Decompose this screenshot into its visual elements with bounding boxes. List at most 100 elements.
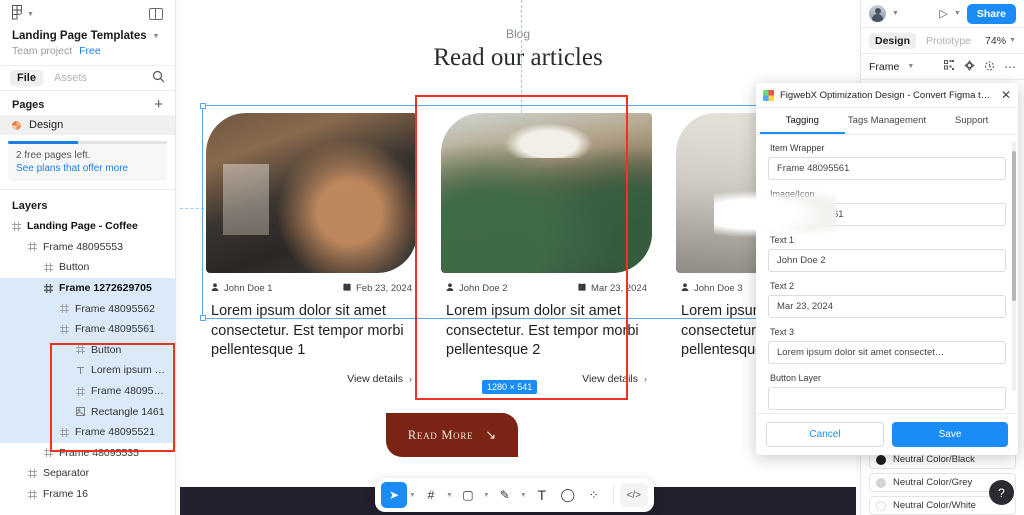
avatar[interactable]	[869, 5, 886, 22]
plugin-footer: Cancel Save	[756, 413, 1018, 455]
layers-title: Layers	[0, 189, 175, 216]
article-heading: Lorem ipsum dolor sit amet consectetur. …	[211, 303, 404, 359]
move-tool-chevron-icon[interactable]: ▼	[409, 492, 416, 499]
layer-row[interactable]: Frame 48095521	[0, 421, 175, 443]
layer-row[interactable]: Frame 48095544	[0, 380, 175, 402]
code-view-button[interactable]: </>	[619, 483, 648, 507]
page-item-design[interactable]: Design	[0, 115, 175, 135]
save-button[interactable]: Save	[892, 422, 1008, 447]
figma-menu-button[interactable]: ▼	[12, 5, 34, 23]
help-button[interactable]: ?	[989, 480, 1014, 505]
layer-label: Frame 48095562	[75, 302, 155, 315]
layer-row[interactable]: Frame 48095561	[0, 318, 175, 340]
layer-row[interactable]: Button	[0, 257, 175, 278]
item-wrapper-field[interactable]: Frame 48095561	[768, 157, 1006, 180]
article-card[interactable]: John Doe 2 Mar 23, 2024 Lorem ipsum dolor …	[441, 113, 652, 385]
quota-upgrade-link[interactable]: See plans that offer more	[8, 161, 167, 174]
plant-cafe-interior-photo	[441, 113, 652, 273]
article-author: John Doe 2	[459, 283, 508, 294]
layer-row[interactable]: Lorem ipsum dolor sit a	[0, 360, 175, 381]
tab-prototype[interactable]: Prototype	[920, 33, 977, 49]
layer-row[interactable]: Rectangle 1461	[0, 401, 175, 422]
text-2-field-label: Text 2	[770, 281, 795, 291]
article-image[interactable]	[441, 113, 652, 273]
grid-layout-icon[interactable]	[944, 59, 955, 74]
text-3-field-group: Text 3 Lorem ipsum dolor sit amet consect…	[768, 327, 1006, 364]
frame-icon	[44, 448, 53, 458]
selection-handle-tl[interactable]	[200, 103, 206, 109]
frame-icon	[60, 324, 69, 334]
chevron-down-icon: ▼	[27, 10, 34, 18]
read-more-button[interactable]: Read More ↘	[386, 413, 518, 457]
view-details-link[interactable]: View details ›	[441, 361, 652, 385]
play-icon[interactable]: ▷	[939, 7, 947, 20]
scrollbar-thumb[interactable]	[1012, 151, 1016, 301]
cancel-button[interactable]: Cancel	[766, 422, 884, 447]
text-1-field[interactable]: John Doe 2	[768, 249, 1006, 272]
layers-tree[interactable]: Landing Page - Coffee Frame 48095553 Butt…	[0, 216, 175, 515]
frame-icon	[76, 386, 85, 396]
text-3-field-label: Text 3	[770, 327, 795, 337]
file-menu-chevron-icon[interactable]: ▼	[153, 33, 160, 40]
file-name[interactable]: Landing Page Templates	[12, 30, 147, 42]
text-2-field[interactable]: Mar 23, 2024	[768, 295, 1006, 318]
avatar-chevron-icon[interactable]: ▼	[892, 10, 899, 17]
frame-icon	[28, 489, 37, 499]
layer-row[interactable]: Separator	[0, 463, 175, 484]
view-details-link[interactable]: View details ›	[206, 361, 417, 385]
tab-file[interactable]: File	[10, 70, 43, 86]
tab-tags-management[interactable]: Tags Management	[845, 108, 930, 134]
plugin-scrollbar[interactable]	[1012, 141, 1016, 391]
plugin-dialog[interactable]: FigwebX Optimization Design - Convert Fi…	[756, 83, 1018, 455]
tab-design[interactable]: Design	[869, 32, 917, 49]
shape-tool[interactable]: ▢	[455, 482, 481, 508]
comment-tool[interactable]: ◯	[555, 482, 581, 508]
layer-row[interactable]: Button	[0, 339, 175, 361]
frame-tool-chevron-icon[interactable]: ▼	[446, 492, 453, 499]
button-layer-field[interactable]	[768, 387, 1006, 410]
plan-badge[interactable]: Free	[79, 45, 101, 57]
sidebar-tabs: File Assets	[0, 65, 175, 91]
layer-row[interactable]: Frame 1272629705	[0, 277, 175, 299]
text-icon	[76, 366, 85, 375]
layer-row[interactable]: Landing Page - Coffee	[0, 216, 175, 237]
chevron-right-icon: ›	[409, 373, 412, 384]
pen-tool[interactable]: ✎	[492, 482, 518, 508]
pages-header: Pages +	[0, 91, 175, 115]
text-tool[interactable]: T	[529, 482, 555, 508]
layer-row[interactable]: Frame 48095535	[0, 443, 175, 464]
layer-row[interactable]: Frame 48095562	[0, 298, 175, 319]
article-card[interactable]: John Doe 1 Feb 23, 2024 Lorem ipsum dolor …	[206, 113, 417, 385]
search-icon[interactable]	[152, 70, 165, 86]
quota-text: 2 free pages left.	[16, 150, 91, 161]
close-icon[interactable]: ✕	[1001, 89, 1011, 101]
article-image[interactable]	[206, 113, 417, 273]
auto-layout-icon[interactable]	[964, 59, 975, 74]
page-item-label: Design	[29, 119, 64, 131]
node-type-label: Frame	[869, 60, 900, 73]
tab-support[interactable]: Support	[929, 108, 1014, 134]
present-chevron-icon[interactable]: ▼	[954, 10, 961, 17]
reset-icon[interactable]	[984, 60, 995, 74]
alignment-guide-horizontal	[180, 208, 204, 209]
tab-assets[interactable]: Assets	[47, 70, 94, 86]
panel-toggle-icon[interactable]	[149, 8, 163, 20]
tab-tagging[interactable]: Tagging	[760, 108, 845, 134]
bottom-toolbar[interactable]: ➤ ▼ # ▼ ▢ ▼ ✎ ▼ T ◯ ⁘ </>	[375, 478, 654, 512]
layer-row[interactable]: Frame 16	[0, 484, 175, 505]
text-3-field[interactable]: Lorem ipsum dolor sit amet consectet…	[768, 341, 1006, 364]
plus-icon[interactable]: +	[154, 97, 163, 112]
more-options-icon[interactable]: ⋯	[1004, 61, 1016, 73]
layer-row[interactable]: Frame 48095553	[0, 237, 175, 258]
article-meta: John Doe 2 Mar 23, 2024	[441, 273, 652, 294]
move-tool[interactable]: ➤	[381, 482, 407, 508]
actions-tool[interactable]: ⁘	[581, 482, 607, 508]
frame-tool[interactable]: #	[418, 482, 444, 508]
plugin-form: Item WrapperFrame 48095561Image/IconRect…	[756, 135, 1018, 413]
zoom-control[interactable]: 74% ▼	[985, 35, 1016, 47]
canvas-page-frame[interactable]: Blog Read our articles John Doe 1 Feb 23,…	[180, 0, 887, 487]
pen-tool-chevron-icon[interactable]: ▼	[520, 492, 527, 499]
node-type-chevron-icon[interactable]: ▼	[907, 63, 914, 70]
shape-tool-chevron-icon[interactable]: ▼	[483, 492, 490, 499]
share-button[interactable]: Share	[966, 3, 1016, 24]
